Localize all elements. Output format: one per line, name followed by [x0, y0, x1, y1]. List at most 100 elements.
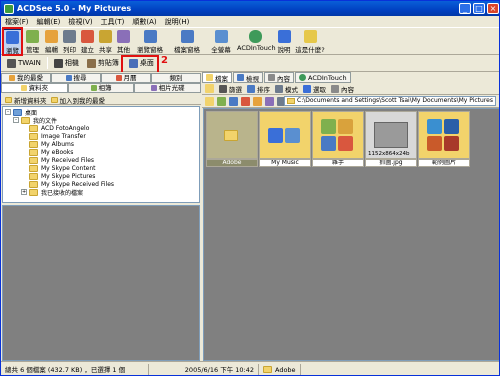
new-folder-icon [5, 96, 12, 103]
folder-icon [21, 116, 30, 124]
maximize-button[interactable]: □ [473, 3, 485, 14]
file-toolbar-1: 篩選 排序 模式 選取 內容 [202, 83, 499, 95]
filter-button[interactable]: 篩選 [219, 84, 242, 94]
refresh-icon[interactable] [253, 96, 262, 106]
desktop-icon [13, 108, 22, 116]
tab-photo-cd[interactable]: 相片光碟 [134, 83, 202, 93]
edit-button[interactable]: 編輯 [42, 29, 61, 55]
file-toolbar-2: C:\Documents and Settings\Scott Tsai\My … [202, 95, 499, 108]
browse-pane-button[interactable]: 瀏覽窗格 [136, 29, 164, 55]
tab-files[interactable]: 檔案 [202, 72, 232, 83]
twain-button[interactable]: TWAIN [5, 57, 43, 70]
tab-properties[interactable]: 內容 [264, 72, 294, 83]
manage-button[interactable]: 管理 [23, 29, 42, 55]
image-icon [444, 136, 459, 151]
image-dimensions: 1152x864x24b [368, 151, 410, 157]
music-icon [268, 127, 283, 143]
close-button[interactable]: × [487, 3, 499, 14]
expand-icon[interactable]: + [21, 189, 27, 195]
folder-icon [20, 85, 27, 91]
move-icon[interactable] [229, 96, 238, 106]
camera-button[interactable]: 相機 [52, 57, 81, 70]
sort-button[interactable]: 排序 [247, 84, 270, 94]
search-icon [65, 75, 72, 81]
mode-button[interactable]: 模式 [275, 84, 298, 94]
manage-icon [26, 30, 39, 43]
tab-favorites[interactable]: 我的最愛 [1, 73, 51, 83]
copy-icon[interactable] [217, 96, 226, 106]
help-button[interactable]: 說明 [275, 29, 293, 55]
rename-icon[interactable] [265, 96, 274, 106]
menu-view[interactable]: 檢視(V) [68, 17, 92, 27]
thumbnail-sample-pictures[interactable]: 範例圖片 [418, 111, 470, 167]
select-button[interactable]: 選取 [303, 84, 326, 94]
tree-node[interactable]: My eBooks [29, 148, 73, 156]
content-icon [331, 84, 339, 93]
app-logo-icon [4, 3, 14, 14]
delete-icon[interactable] [241, 96, 250, 106]
image-icon [427, 136, 442, 151]
tree-node[interactable]: My Skype Pictures [29, 172, 95, 180]
tree-node-my-documents[interactable]: - 我的文件 [13, 116, 57, 125]
menu-favorites[interactable]: 順數(A) [132, 17, 156, 27]
status-bar: 總共 6 個檔案 (432.7 KB) ，已選擇 1 個 2005/6/16 下… [1, 361, 499, 375]
share-button[interactable]: 共享 [96, 29, 115, 55]
content-button[interactable]: 內容 [331, 84, 354, 94]
tree-node[interactable]: My Albums [29, 140, 74, 148]
tree-node[interactable]: My Skype Content [29, 164, 96, 172]
collapse-icon[interactable]: - [13, 117, 19, 123]
collapse-icon[interactable]: - [5, 109, 11, 115]
file-pane-button[interactable]: 檔案窗格 [173, 29, 201, 55]
path-field[interactable]: C:\Documents and Settings\Scott Tsai\My … [284, 96, 496, 106]
folder-icon [29, 132, 38, 140]
image-icon [338, 136, 353, 151]
tree-node[interactable]: Image Transfer [29, 132, 86, 140]
image-icon [321, 136, 336, 151]
other-button[interactable]: 其他 [114, 29, 133, 55]
up-folder-icon[interactable] [205, 84, 214, 93]
clipboard-icon [86, 58, 96, 68]
clipboard-button[interactable]: 剪貼簿 [85, 57, 121, 70]
browse-pane-icon [143, 30, 157, 43]
tab-view[interactable]: 檢視 [233, 72, 263, 83]
new-folder-icon[interactable] [205, 96, 214, 106]
folder-icon [223, 129, 238, 141]
tab-acdintouch[interactable]: ACDInTouch [295, 72, 351, 83]
add-to-favorites-button[interactable]: 加入到我的最愛 [50, 95, 105, 105]
status-folder: Adobe [259, 363, 301, 375]
status-date: 2005/6/16 下午 10:42 [149, 363, 259, 375]
folder-icon [263, 366, 272, 373]
select-icon [303, 84, 311, 93]
tab-search[interactable]: 搜尋 [51, 73, 101, 83]
whats-this-button[interactable]: 這是什麼? [295, 29, 325, 55]
tab-albums[interactable]: 相簿 [67, 83, 135, 93]
thumbnail-folder[interactable]: 雜手 [312, 111, 364, 167]
folder-icon [29, 172, 38, 180]
tab-categories[interactable]: 類別 [151, 73, 201, 83]
print-button[interactable]: 列印 [60, 29, 79, 55]
main-toolbar: 瀏覽 管理 編輯 列印 建立 共享 其他 瀏覽窗格 檔案窗格 全螢幕 ACDIn… [1, 27, 499, 55]
menu-file[interactable]: 檔案(F) [5, 17, 29, 27]
menu-tools[interactable]: 工具(T) [101, 17, 125, 27]
thumbnail-screenshot-jpg[interactable]: 1152x864x24b 抓圖.jpg [365, 111, 417, 167]
folder-icon [287, 98, 295, 104]
tree-node-received[interactable]: + 我已接收的檔案 [21, 188, 83, 197]
tree-node[interactable]: My Received Files [29, 156, 94, 164]
new-folder-button[interactable]: 新增資料夾 [5, 95, 47, 105]
folder-actions-bar: 新增資料夾 加入到我的最愛 [1, 95, 201, 105]
tab-calendar[interactable]: 月曆 [101, 73, 151, 83]
tab-folders[interactable]: 資料夾 [1, 83, 68, 93]
file-list: Adobe My Music 雜手 1152x864x24b 抓圖.jpg 範例… [203, 108, 499, 361]
create-button[interactable]: 建立 [78, 29, 97, 55]
menu-help[interactable]: 說明(H) [165, 17, 190, 27]
thumbnail-my-music[interactable]: My Music [259, 111, 311, 167]
folder-icon [29, 124, 38, 132]
menu-edit[interactable]: 編輯(E) [37, 17, 61, 27]
edit-icon [45, 30, 58, 43]
tree-node[interactable]: ACD FotoAngelo [29, 124, 89, 132]
toolbar-separator [46, 57, 48, 69]
fullscreen-button[interactable]: 全螢幕 [209, 29, 233, 55]
acdintouch-button[interactable]: ACDInTouch [237, 29, 276, 55]
thumbnail-adobe[interactable]: Adobe [206, 111, 258, 167]
minimize-button[interactable]: _ [459, 3, 471, 14]
